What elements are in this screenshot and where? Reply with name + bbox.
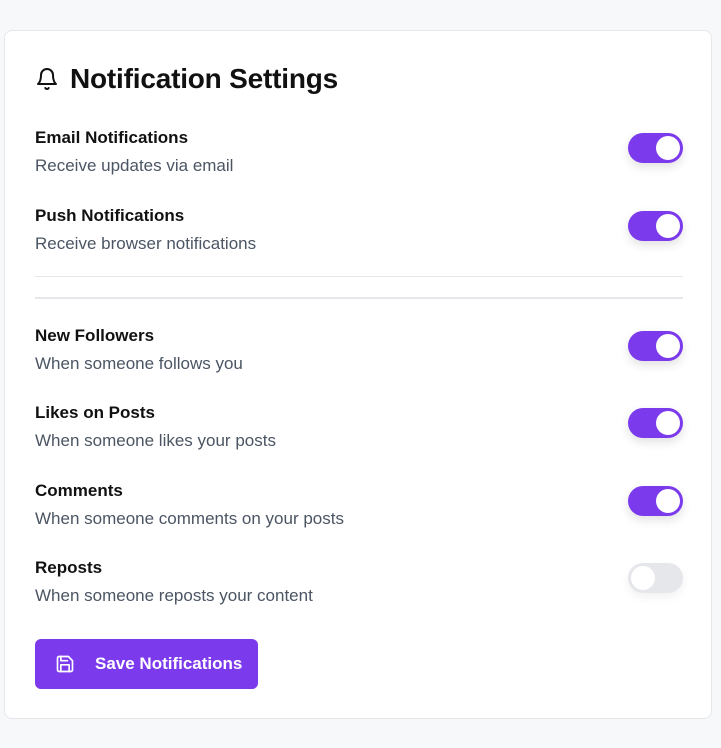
toggle-knob: [631, 566, 655, 590]
setting-description: Receive updates via email: [35, 156, 234, 175]
toggle-knob: [656, 411, 680, 435]
setting-label: New Followers: [35, 326, 155, 345]
divider: [35, 297, 683, 299]
setting-comments: Comments When someone comments on your p…: [35, 481, 683, 537]
email-notifications-toggle[interactable]: [628, 133, 683, 163]
comments-toggle[interactable]: [628, 486, 683, 516]
setting-reposts: Reposts When someone reposts your conten…: [35, 558, 683, 614]
setting-description: Receive browser notifications: [35, 234, 257, 253]
save-notifications-button[interactable]: Save Notifications: [35, 639, 258, 689]
toggle-knob: [656, 136, 680, 160]
reposts-toggle[interactable]: [628, 563, 683, 593]
setting-new-followers: New Followers When someone follows you: [35, 326, 683, 382]
save-button-label: Save Notifications: [95, 654, 243, 673]
notification-settings-card: Notification Settings Email Notification…: [4, 30, 712, 719]
setting-label: Reposts: [35, 558, 103, 577]
toggle-knob: [656, 334, 680, 358]
setting-description: When someone likes your posts: [35, 431, 276, 450]
toggle-knob: [656, 489, 680, 513]
push-notifications-toggle[interactable]: [628, 211, 683, 241]
page-title: Notification Settings: [70, 63, 339, 94]
save-icon: [55, 654, 75, 674]
card-header: Notification Settings: [35, 61, 338, 97]
setting-description: When someone comments on your posts: [35, 509, 344, 528]
new-followers-toggle[interactable]: [628, 331, 683, 361]
setting-label: Comments: [35, 481, 123, 500]
divider: [35, 276, 683, 277]
bell-icon: [35, 67, 59, 91]
setting-label: Likes on Posts: [35, 403, 155, 422]
setting-description: When someone reposts your content: [35, 586, 313, 605]
setting-likes-on-posts: Likes on Posts When someone likes your p…: [35, 403, 683, 459]
setting-email-notifications: Email Notifications Receive updates via …: [35, 128, 683, 184]
setting-label: Email Notifications: [35, 128, 189, 147]
setting-label: Push Notifications: [35, 206, 185, 225]
likes-on-posts-toggle[interactable]: [628, 408, 683, 438]
toggle-knob: [656, 214, 680, 238]
setting-push-notifications: Push Notifications Receive browser notif…: [35, 206, 683, 262]
setting-description: When someone follows you: [35, 354, 243, 373]
